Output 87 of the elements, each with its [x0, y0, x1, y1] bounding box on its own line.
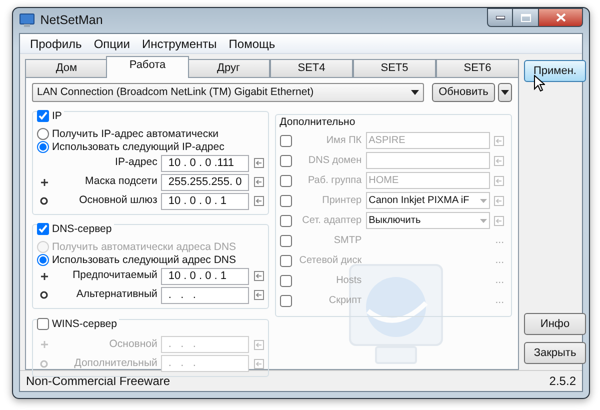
option-label: Использовать следующий IP-адрес — [52, 141, 224, 154]
caret-icon — [480, 218, 487, 223]
status-text: Non-Commercial Freeware — [26, 373, 170, 390]
ip-field[interactable]: 10 . 0 . 0 .111 — [161, 154, 250, 172]
caret-icon — [480, 198, 487, 203]
side-button[interactable]: Примен. — [524, 60, 586, 82]
checkbox[interactable] — [37, 318, 49, 330]
checkbox[interactable] — [280, 174, 292, 187]
radio-button[interactable] — [37, 254, 49, 266]
arrow-left-icon[interactable] — [254, 196, 264, 206]
option-label: Получить IP-адрес автоматически — [52, 128, 219, 140]
field-label: Hosts — [335, 274, 362, 288]
ring-icon[interactable] — [40, 197, 48, 206]
group-label: IP — [52, 110, 62, 122]
ip-field[interactable]: . . . — [161, 286, 250, 304]
minimize-icon — [496, 16, 504, 20]
arrow-left-icon[interactable] — [254, 158, 264, 168]
window-title: NetSetMan — [40, 12, 103, 30]
side-button[interactable]: Закрыть — [524, 342, 586, 364]
dropdown[interactable]: Выключить — [366, 212, 490, 230]
tab[interactable]: Дом — [25, 59, 108, 78]
field-label: SMTP — [332, 234, 362, 248]
group-label: DNS-сервер — [52, 222, 112, 235]
field-label: Дополнительный — [73, 356, 158, 371]
connection-dropdown[interactable]: LAN Connection (Broadcom NetLink (TM) Gigabit Ethernet) — [32, 83, 424, 102]
field-label: Принтер — [321, 194, 362, 208]
radio-button[interactable] — [37, 128, 49, 140]
monitor-icon — [19, 13, 35, 28]
version-text: 2.5.2 — [549, 373, 576, 390]
refresh-button[interactable]: Обновить — [432, 83, 496, 102]
menu-item[interactable]: Опции — [88, 34, 136, 52]
field-label: Маска подсети — [84, 174, 158, 190]
checkbox[interactable] — [280, 194, 292, 207]
caret-icon — [501, 90, 509, 95]
arrow-left-icon[interactable] — [254, 290, 264, 300]
option-label: Использовать следующий адрес DNS — [52, 254, 236, 266]
ip-field[interactable]: 10 . 0 . 0 . 1 — [161, 192, 250, 210]
checkbox[interactable] — [280, 134, 292, 147]
group-label: WINS-сервер — [52, 318, 117, 330]
ring-icon[interactable] — [40, 291, 48, 299]
field-label: Основной шлюз — [78, 193, 158, 208]
field-label: Скрипт — [328, 294, 362, 308]
dropdown-button[interactable] — [498, 83, 512, 102]
close-button[interactable] — [539, 8, 583, 27]
tab[interactable]: SET6 — [436, 59, 519, 78]
field-label: Раб. группа — [306, 174, 362, 188]
option-label: Получить автоматически адреса DNS — [52, 241, 236, 253]
checkbox[interactable] — [280, 254, 292, 267]
field-label: Сет. адаптер — [301, 214, 362, 228]
cursor-icon — [534, 75, 545, 92]
text-field[interactable] — [366, 152, 490, 170]
ip-field[interactable]: 10 . 0 . 0 . 1 — [161, 268, 250, 284]
ip-field[interactable]: 255.255.255. 0 — [161, 174, 250, 191]
close-icon — [556, 13, 566, 22]
checkbox[interactable] — [280, 294, 292, 307]
side-button[interactable]: Инфо — [524, 313, 586, 335]
tab[interactable]: SET5 — [353, 59, 436, 78]
checkbox[interactable] — [280, 154, 292, 167]
field-label: Предпочитаемый — [72, 268, 158, 284]
checkbox[interactable] — [280, 274, 292, 287]
checkbox[interactable] — [280, 234, 292, 247]
tab[interactable]: Друг — [187, 59, 270, 78]
maximize-icon — [520, 14, 530, 22]
field-label: Имя ПК — [325, 134, 362, 148]
maximize-button[interactable] — [513, 8, 539, 27]
menu-item[interactable]: Помощь — [222, 34, 282, 52]
field-label: IP-адрес — [114, 155, 158, 170]
checkbox[interactable] — [37, 222, 49, 235]
dropdown[interactable]: Canon Inkjet PIXMA iF — [366, 192, 490, 210]
caret-icon — [410, 90, 419, 95]
minimize-button[interactable] — [487, 8, 513, 27]
tab[interactable]: SET4 — [270, 59, 353, 78]
checkbox[interactable] — [37, 110, 49, 122]
field-label: Альтернативный — [75, 287, 158, 302]
field-label: DNS домен — [307, 154, 362, 168]
field-label: Основной — [108, 336, 158, 352]
plus-icon[interactable] — [40, 178, 48, 186]
group-label: Дополнительно — [280, 116, 356, 128]
arrow-left-icon[interactable] — [254, 271, 264, 281]
radio-button[interactable] — [37, 141, 49, 154]
arrow-left-icon[interactable] — [254, 177, 264, 188]
plus-icon[interactable] — [40, 272, 48, 280]
field-label: Сетевой диск — [298, 254, 362, 268]
menu-item[interactable]: Профиль — [24, 34, 88, 52]
checkbox[interactable] — [280, 214, 292, 227]
menu-item[interactable]: Инструменты — [136, 34, 223, 52]
tab[interactable]: Работа — [106, 56, 189, 78]
